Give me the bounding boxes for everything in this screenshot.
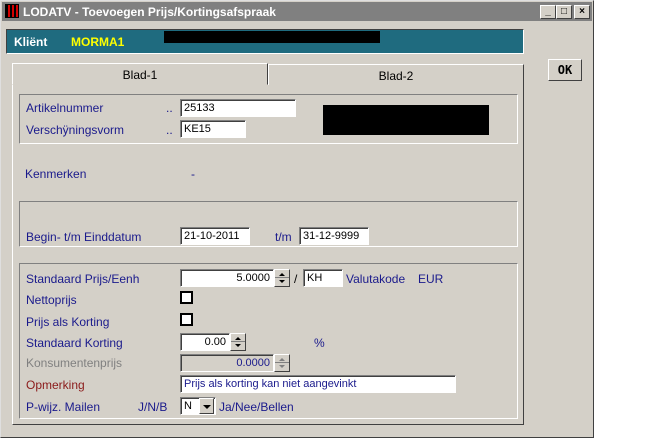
prijs-spinner[interactable] — [274, 269, 290, 287]
spin-up-icon[interactable] — [279, 273, 285, 276]
prijs-field[interactable]: 5.0000 — [180, 269, 274, 287]
artikelnummer-label: Artikelnummer — [26, 101, 104, 115]
standaard-korting-label: Standaard Korting — [26, 336, 123, 350]
spin-down-icon[interactable] — [279, 280, 285, 283]
dates-label: Begin- t/m Einddatum — [26, 230, 142, 244]
valuta-value: EUR — [418, 272, 444, 286]
spin-down-icon — [279, 365, 285, 368]
begin-date-field[interactable]: 21-10-2011 — [180, 227, 250, 245]
client-bar: Kliënt MORMA1 — [6, 29, 524, 54]
mailen-options: J/N/B — [138, 400, 168, 414]
artikelnummer-dots: .. — [166, 101, 173, 115]
prijs-label: Standaard Prijs/Eenh — [26, 272, 140, 286]
redaction-block — [164, 38, 374, 43]
dialog-window: LODATV - Toevoegen Prijs/Kortingsafspraa… — [0, 0, 594, 438]
mailen-label: P-wijz. Mailen — [26, 400, 101, 414]
close-button[interactable]: × — [574, 5, 590, 19]
dropdown-arrow-icon[interactable] — [199, 398, 214, 414]
prijs-slash: / — [294, 272, 298, 286]
app-icon — [5, 4, 19, 18]
spin-up-icon — [279, 358, 285, 361]
konsumentenprijs-field: 0.0000 — [180, 354, 274, 372]
ok-button[interactable]: OK — [548, 59, 582, 81]
verschijningsvorm-dots: .. — [166, 123, 173, 137]
redaction-block — [323, 105, 489, 135]
kenmerken-value: - — [191, 167, 195, 181]
nettoprijs-checkbox[interactable] — [180, 291, 193, 304]
tab-blad-1[interactable]: Blad-1 — [12, 63, 268, 85]
client-name: MORMA1 — [71, 35, 125, 49]
prijs-als-korting-label: Prijs als Korting — [26, 315, 110, 329]
maximize-button[interactable]: □ — [556, 5, 572, 19]
eenheid-field[interactable]: KH — [303, 269, 343, 287]
percent-sign: % — [314, 336, 325, 350]
opmerking-field[interactable]: Prijs als korting kan niet aangevinkt — [180, 375, 456, 393]
kenmerken-label: Kenmerken — [25, 167, 87, 181]
spin-down-icon[interactable] — [235, 344, 241, 347]
dates-separator: t/m — [275, 230, 292, 244]
standaard-korting-field[interactable]: 0.00 — [180, 333, 230, 351]
prijs-als-korting-checkbox[interactable] — [180, 313, 193, 326]
valuta-label: Valutakode — [346, 272, 406, 286]
korting-spinner[interactable] — [230, 333, 246, 351]
mailen-select-value: N — [184, 400, 192, 412]
end-date-field[interactable]: 31-12-9999 — [299, 227, 369, 245]
title-bar[interactable]: LODATV - Toevoegen Prijs/Kortingsafspraa… — [2, 2, 592, 21]
opmerking-label: Opmerking — [26, 378, 85, 392]
konsumentenprijs-label: Konsumentenprijs — [26, 356, 123, 370]
verschijningsvorm-label: Verschÿningsvorm — [26, 123, 125, 137]
mailen-select[interactable]: N — [180, 397, 216, 415]
nettoprijs-label: Nettoprijs — [26, 293, 77, 307]
tab-blad-2[interactable]: Blad-2 — [268, 64, 524, 86]
verschijningsvorm-field[interactable]: KE15 — [180, 120, 246, 138]
spin-up-icon[interactable] — [235, 337, 241, 340]
artikelnummer-field[interactable]: 25133 — [180, 99, 296, 117]
minimize-button[interactable]: _ — [540, 5, 556, 19]
client-label: Kliënt — [14, 35, 48, 49]
konsumentenprijs-spinner — [274, 354, 290, 372]
mailen-hint: Ja/Nee/Bellen — [219, 400, 294, 414]
window-title: LODATV - Toevoegen Prijs/Kortingsafspraa… — [23, 5, 276, 19]
tab-panel: Artikelnummer .. 25133 Verschÿningsvorm … — [12, 85, 524, 425]
